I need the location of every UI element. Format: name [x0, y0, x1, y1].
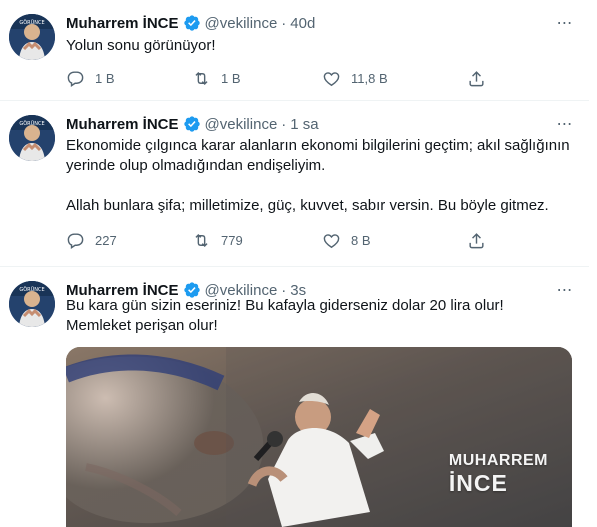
- more-options-icon[interactable]: ⋯: [555, 14, 575, 32]
- tweet[interactable]: GÖRÜNCE Muharrem İNCE @vekilince · 3s ⋯ …: [0, 267, 589, 527]
- tweet-text: Yolun sonu görünüyor!: [66, 36, 571, 56]
- tweet-actions: 227 779 8 B: [58, 229, 508, 251]
- like-count: 8 B: [351, 232, 371, 248]
- video-frame-image: [66, 347, 572, 527]
- tweet-paragraph: Allah bunlara şifa; milletimize, güç, ku…: [66, 197, 549, 214]
- right-edge-spacer: [589, 0, 597, 527]
- retweet-count: 779: [221, 232, 243, 248]
- timeline-feed: GÖRÜNCE Muharrem İNCE @vekilince · 40d ⋯…: [0, 0, 590, 527]
- more-options-icon[interactable]: ⋯: [555, 115, 575, 133]
- like-count: 11,8 B: [351, 70, 388, 86]
- tweet-header: Muharrem İNCE @vekilince · 1 sa: [66, 113, 319, 135]
- tweet-paragraph: Ekonomide çılgınca karar alanların ekono…: [66, 137, 570, 174]
- like-icon: [323, 71, 340, 86]
- retweet-button[interactable]: 779: [192, 231, 243, 250]
- share-icon: [469, 232, 484, 248]
- tweet[interactable]: GÖRÜNCE Muharrem İNCE @vekilince · 40d ⋯…: [0, 0, 589, 101]
- author-handle[interactable]: @vekilince: [205, 116, 278, 133]
- tweet-paragraph: Bu kara gün sizin eseriniz! Bu kafayla g…: [66, 297, 504, 334]
- retweet-icon: [195, 233, 208, 247]
- video-thumbnail[interactable]: MUHARREM İNCE: [66, 347, 572, 527]
- avatar[interactable]: GÖRÜNCE: [9, 115, 55, 161]
- timestamp[interactable]: 40d: [290, 15, 315, 32]
- reply-icon: [67, 70, 84, 87]
- tweet[interactable]: GÖRÜNCE Muharrem İNCE @vekilince · 1 sa …: [0, 101, 589, 267]
- separator-dot: ·: [281, 115, 287, 133]
- retweet-icon: [195, 71, 208, 85]
- verified-badge-icon: [183, 116, 200, 132]
- reply-icon: [67, 232, 84, 249]
- reply-count: 1 B: [95, 70, 115, 86]
- like-icon: [323, 233, 340, 248]
- like-button[interactable]: 11,8 B: [322, 69, 388, 88]
- tweet-text: Bu kara gün sizin eseriniz! Bu kafayla g…: [66, 296, 571, 336]
- share-button[interactable]: [467, 69, 496, 88]
- svg-text:GÖRÜNCE: GÖRÜNCE: [19, 19, 44, 26]
- verified-badge-icon: [183, 15, 200, 31]
- avatar[interactable]: GÖRÜNCE: [9, 14, 55, 60]
- tweet-paragraph: Yolun sonu görünüyor!: [66, 37, 216, 54]
- video-brand-overlay: MUHARREM İNCE: [448, 451, 548, 496]
- tweet-actions: 1 B 1 B 11,8 B: [58, 67, 508, 89]
- svg-text:GÖRÜNCE: GÖRÜNCE: [19, 286, 44, 293]
- tweet-header: Muharrem İNCE @vekilince · 40d: [66, 12, 315, 34]
- reply-button[interactable]: 227: [66, 231, 117, 250]
- tweet-text: Ekonomide çılgınca karar alanların ekono…: [66, 136, 571, 216]
- reply-count: 227: [95, 232, 117, 248]
- brand-text-line1: MUHARREM: [448, 452, 548, 469]
- like-button[interactable]: 8 B: [322, 231, 371, 250]
- svg-text:GÖRÜNCE: GÖRÜNCE: [19, 120, 44, 127]
- retweet-count: 1 B: [221, 70, 241, 86]
- share-icon: [469, 70, 484, 86]
- author-name[interactable]: Muharrem İNCE: [66, 116, 179, 133]
- retweet-button[interactable]: 1 B: [192, 69, 241, 88]
- author-name[interactable]: Muharrem İNCE: [66, 15, 179, 32]
- avatar[interactable]: GÖRÜNCE: [9, 281, 55, 327]
- separator-dot: ·: [281, 14, 287, 32]
- timestamp[interactable]: 1 sa: [290, 116, 318, 133]
- brand-text-line2: İNCE: [448, 470, 508, 496]
- author-handle[interactable]: @vekilince: [205, 15, 278, 32]
- reply-button[interactable]: 1 B: [66, 69, 115, 88]
- share-button[interactable]: [467, 231, 496, 250]
